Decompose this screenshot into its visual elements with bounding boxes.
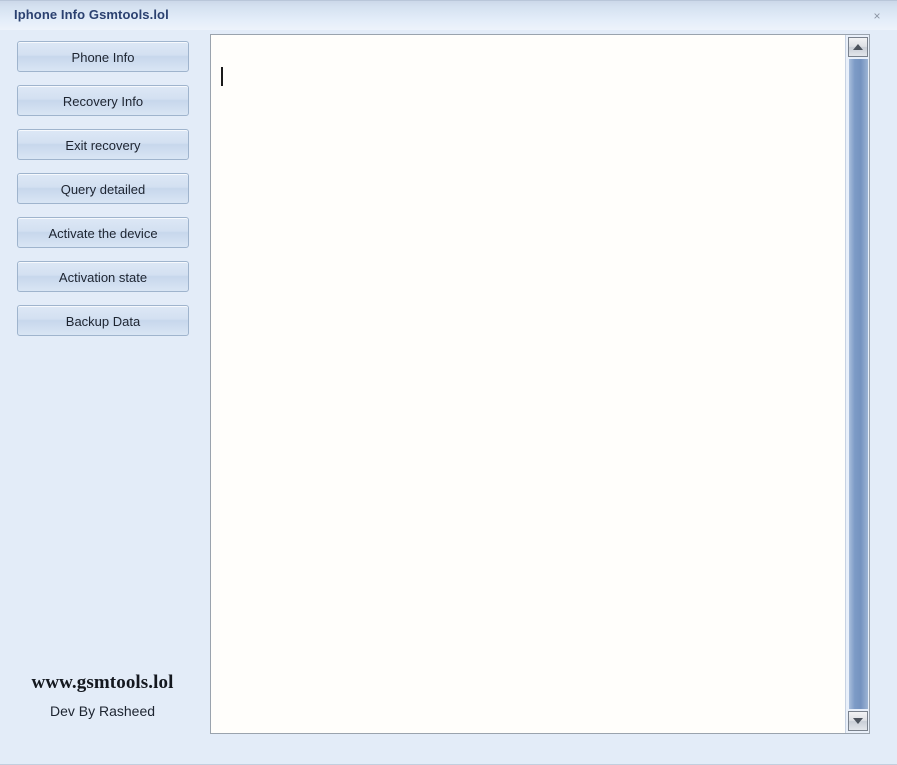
output-log-panel[interactable] xyxy=(210,34,870,734)
scroll-up-button[interactable] xyxy=(848,37,868,57)
branding-block: www.gsmtools.lol Dev By Rasheed xyxy=(0,672,205,719)
close-icon[interactable]: × xyxy=(869,8,885,24)
vertical-scrollbar[interactable] xyxy=(845,35,869,733)
exit-recovery-button[interactable]: Exit recovery xyxy=(17,129,189,160)
window-title: Iphone Info Gsmtools.lol xyxy=(14,7,169,22)
sidebar-button-group: Phone Info Recovery Info Exit recovery Q… xyxy=(17,41,189,349)
website-label: www.gsmtools.lol xyxy=(0,672,205,694)
triangle-up-icon xyxy=(853,44,863,50)
title-bar: Iphone Info Gsmtools.lol × xyxy=(0,0,897,30)
text-caret xyxy=(221,67,223,86)
scroll-down-button[interactable] xyxy=(848,711,868,731)
backup-data-button[interactable]: Backup Data xyxy=(17,305,189,336)
application-window: Iphone Info Gsmtools.lol × Phone Info Re… xyxy=(0,0,897,765)
query-detailed-button[interactable]: Query detailed xyxy=(17,173,189,204)
triangle-down-icon xyxy=(853,718,863,724)
recovery-info-button[interactable]: Recovery Info xyxy=(17,85,189,116)
scrollbar-thumb[interactable] xyxy=(849,59,868,709)
activation-state-button[interactable]: Activation state xyxy=(17,261,189,292)
activate-the-device-button[interactable]: Activate the device xyxy=(17,217,189,248)
developer-label: Dev By Rasheed xyxy=(0,703,205,719)
phone-info-button[interactable]: Phone Info xyxy=(17,41,189,72)
